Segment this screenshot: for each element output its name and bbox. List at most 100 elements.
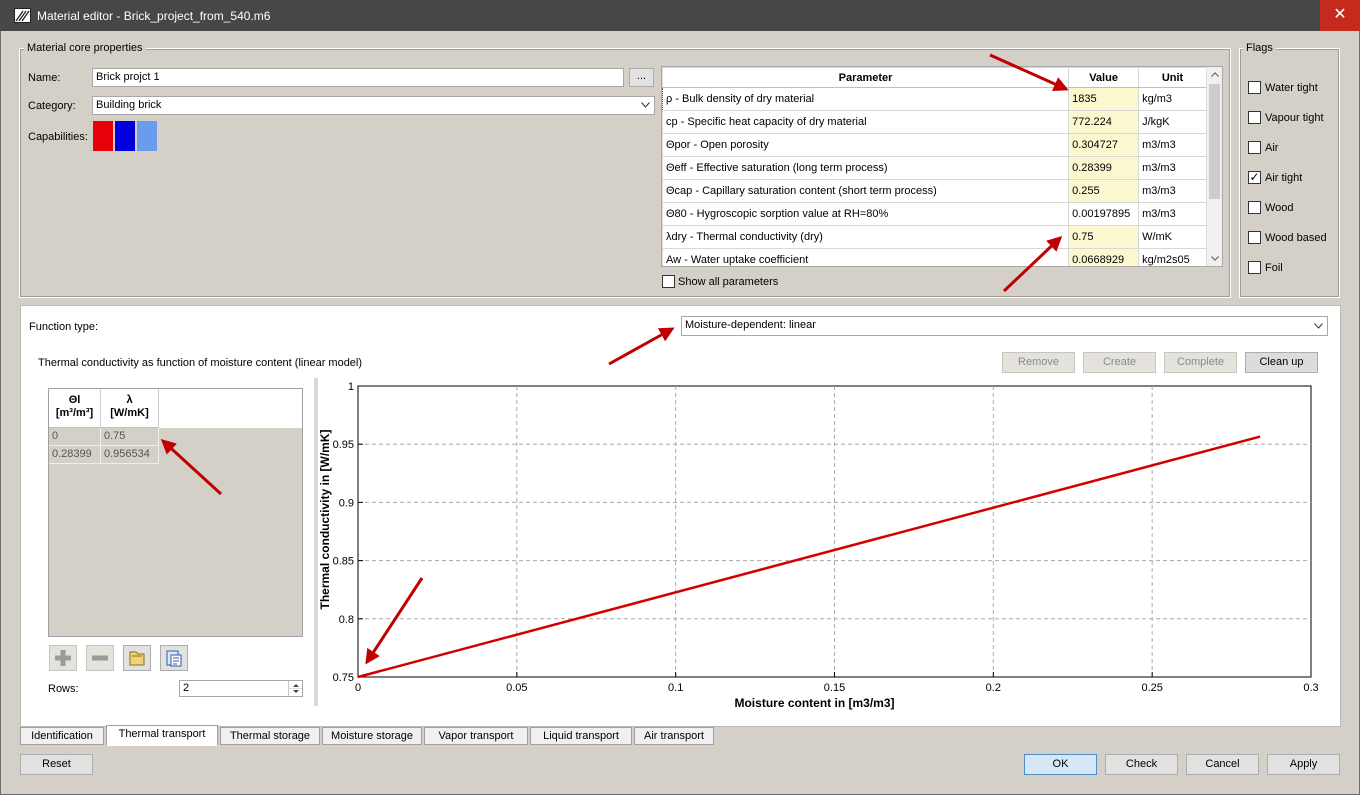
table-row[interactable]: cp - Specific heat capacity of dry mater… bbox=[662, 110, 1207, 134]
paste-icon bbox=[166, 650, 182, 667]
chevron-down-icon bbox=[1314, 323, 1323, 329]
name-input[interactable]: Brick projct 1 bbox=[92, 68, 624, 87]
param-header: Parameter bbox=[662, 67, 1070, 88]
add-row-button[interactable] bbox=[49, 645, 77, 671]
param-value[interactable]: 0.28399 bbox=[1068, 156, 1140, 180]
flag-checkbox[interactable] bbox=[1248, 141, 1261, 154]
tab-vapor-transport[interactable]: Vapor transport bbox=[424, 727, 528, 745]
param-value[interactable]: 772.224 bbox=[1068, 110, 1140, 134]
flag-checkbox[interactable] bbox=[1248, 261, 1261, 274]
flag-label: Wood based bbox=[1265, 232, 1327, 244]
table-cell[interactable]: 0 bbox=[49, 428, 101, 446]
flag-label: Wood bbox=[1265, 202, 1294, 214]
capability-swatch-1 bbox=[93, 121, 113, 151]
param-unit: m3/m3 bbox=[1138, 202, 1207, 226]
tab-air-transport[interactable]: Air transport bbox=[634, 727, 714, 745]
y-axis-label: Thermal conductivity in [W/mK] bbox=[318, 429, 332, 609]
table-cell[interactable]: 0.28399 bbox=[49, 446, 101, 464]
param-value[interactable]: 1835 bbox=[1068, 87, 1140, 111]
tab-identification[interactable]: Identification bbox=[20, 727, 104, 745]
param-value[interactable]: 0.255 bbox=[1068, 179, 1140, 203]
flag-label: Air bbox=[1265, 142, 1279, 154]
flag-label: Vapour tight bbox=[1265, 112, 1324, 124]
vertical-scrollbar[interactable] bbox=[1206, 67, 1222, 266]
open-file-button[interactable] bbox=[123, 645, 151, 671]
param-name: Θ80 - Hygroscopic sorption value at RH=8… bbox=[662, 202, 1070, 226]
param-name: Θeff - Effective saturation (long term p… bbox=[662, 156, 1070, 180]
scrollbar-thumb[interactable] bbox=[1209, 84, 1220, 199]
remove-button[interactable]: Remove bbox=[1002, 352, 1075, 373]
rows-stepper[interactable] bbox=[288, 681, 302, 696]
apply-button[interactable]: Apply bbox=[1267, 754, 1340, 775]
table-row[interactable]: Θpor - Open porosity 0.304727 m3/m3 bbox=[662, 133, 1207, 157]
tab-liquid-transport[interactable]: Liquid transport bbox=[530, 727, 632, 745]
tab-thermal-transport[interactable]: Thermal transport bbox=[106, 725, 218, 746]
param-name: Aw - Water uptake coefficient bbox=[662, 248, 1070, 266]
flag-checkbox[interactable] bbox=[1248, 231, 1261, 244]
add-row-icon bbox=[55, 650, 71, 666]
x-tick-label: 0.05 bbox=[506, 682, 527, 694]
ok-button[interactable]: OK bbox=[1024, 754, 1097, 775]
param-name: λdry - Thermal conductivity (dry) bbox=[662, 225, 1070, 249]
close-button[interactable]: ✕ bbox=[1320, 0, 1360, 31]
param-unit: m3/m3 bbox=[1138, 179, 1207, 203]
table-row[interactable]: Aw - Water uptake coefficient 0.0668929 kg… bbox=[662, 248, 1207, 266]
scroll-down-icon[interactable] bbox=[1211, 256, 1219, 261]
paste-button[interactable] bbox=[160, 645, 188, 671]
show-all-checkbox[interactable] bbox=[662, 275, 675, 288]
param-value[interactable]: 0.00197895 bbox=[1068, 202, 1140, 226]
scroll-up-icon[interactable] bbox=[1211, 72, 1219, 77]
browse-button[interactable]: ... bbox=[629, 68, 654, 87]
table-cell[interactable]: 0.75 bbox=[101, 428, 159, 446]
y-tick-label: 0.75 bbox=[333, 672, 354, 684]
table-cell[interactable]: 0.956534 bbox=[101, 446, 159, 464]
flag-checkbox[interactable] bbox=[1248, 81, 1261, 94]
param-name: cp - Specific heat capacity of dry mater… bbox=[662, 110, 1070, 134]
table-row[interactable]: ρ - Bulk density of dry material 1835 kg/m… bbox=[662, 87, 1207, 111]
unit-header: Unit bbox=[1138, 67, 1207, 88]
complete-button[interactable]: Complete bbox=[1164, 352, 1237, 373]
capabilities-label: Capabilities: bbox=[28, 131, 88, 143]
flag-checkbox[interactable] bbox=[1248, 201, 1261, 214]
param-value[interactable]: 0.304727 bbox=[1068, 133, 1140, 157]
param-name: Θcap - Capillary saturation content (sho… bbox=[662, 179, 1070, 203]
table-row[interactable]: Θcap - Capillary saturation content (sho… bbox=[662, 179, 1207, 203]
rows-spinbox[interactable]: 2 bbox=[179, 680, 303, 697]
parameters-table[interactable]: Parameter Value Unit ρ - Bulk density of… bbox=[661, 66, 1223, 267]
window-title: Material editor - Brick_project_from_540… bbox=[37, 9, 271, 23]
reset-button[interactable]: Reset bbox=[20, 754, 93, 775]
moisture-header-unit: [m³/m³] bbox=[55, 407, 94, 419]
y-tick-label: 0.9 bbox=[339, 497, 354, 509]
category-select[interactable]: Building brick bbox=[92, 96, 655, 115]
function-type-value: Moisture-dependent: linear bbox=[685, 319, 816, 331]
tab-moisture-storage[interactable]: Moisture storage bbox=[322, 727, 422, 745]
flag-checkbox[interactable]: ✓ bbox=[1248, 171, 1261, 184]
param-unit: kg/m2s05 bbox=[1138, 248, 1207, 266]
table-row[interactable]: λdry - Thermal conductivity (dry) 0.75 W/m… bbox=[662, 225, 1207, 249]
param-value[interactable]: 0.0668929 bbox=[1068, 248, 1140, 266]
open-file-icon bbox=[129, 651, 145, 666]
app-icon bbox=[14, 8, 31, 23]
tab-thermal-storage[interactable]: Thermal storage bbox=[220, 727, 320, 745]
chart: 0 0.05 0.1 0.15 0.2 0.25 0.3 0.75 0.8 0.85 0.9 0.95… bbox=[318, 381, 1319, 710]
table-row[interactable]: Θ80 - Hygroscopic sorption value at RH=8… bbox=[662, 202, 1207, 226]
check-button[interactable]: Check bbox=[1105, 754, 1178, 775]
function-data-table[interactable]: Θl [m³/m³] λ [W/mK] 0 0.75 0.28399 0.956… bbox=[48, 388, 303, 637]
flag-label: Foil bbox=[1265, 262, 1283, 274]
chevron-down-icon bbox=[641, 102, 650, 108]
function-type-select[interactable]: Moisture-dependent: linear bbox=[681, 316, 1328, 336]
capability-swatch-2 bbox=[115, 121, 135, 151]
param-unit: m3/m3 bbox=[1138, 156, 1207, 180]
cancel-button[interactable]: Cancel bbox=[1186, 754, 1259, 775]
title-bar: Material editor - Brick_project_from_540… bbox=[0, 0, 1360, 31]
param-value[interactable]: 0.75 bbox=[1068, 225, 1140, 249]
cleanup-button[interactable]: Clean up bbox=[1245, 352, 1318, 373]
flag-checkbox[interactable] bbox=[1248, 111, 1261, 124]
conductivity-column-header: λ [W/mK] bbox=[101, 389, 159, 428]
flags-title: Flags bbox=[1243, 42, 1276, 54]
rows-label: Rows: bbox=[48, 683, 79, 695]
create-button[interactable]: Create bbox=[1083, 352, 1156, 373]
table-row[interactable]: Θeff - Effective saturation (long term p… bbox=[662, 156, 1207, 180]
stepper-arrows-icon[interactable] bbox=[289, 681, 303, 696]
remove-row-button[interactable] bbox=[86, 645, 114, 671]
